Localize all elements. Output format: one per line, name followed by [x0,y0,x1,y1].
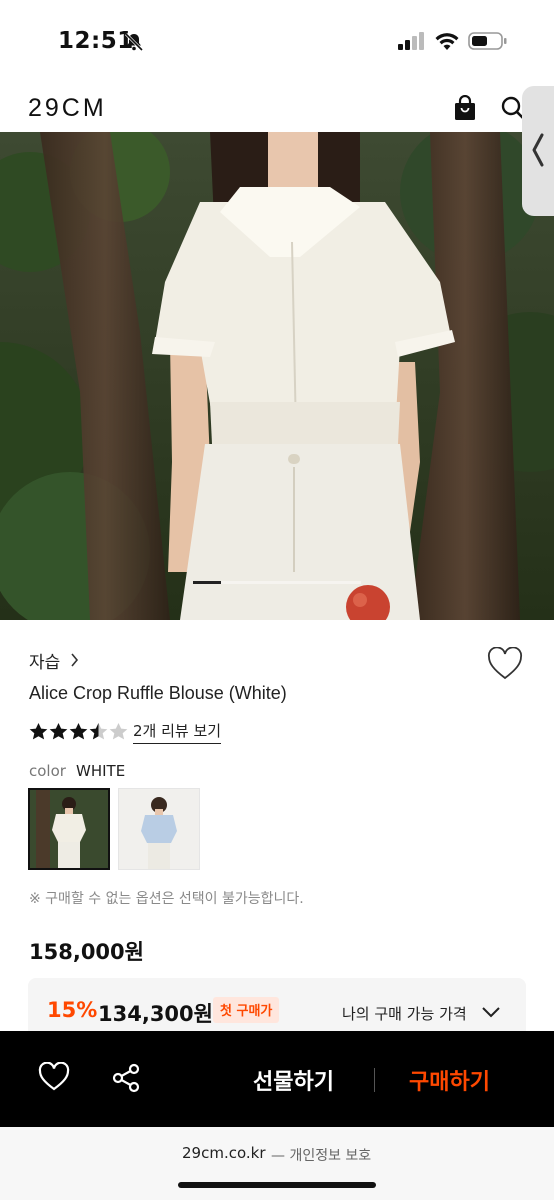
battery-icon [468,32,507,50]
swatch-thumbnail [119,789,199,869]
divider [374,1068,375,1092]
color-swatch-blue[interactable] [118,788,200,870]
color-value: WHITE [76,762,126,780]
first-purchase-badge: 첫 구매가 [213,997,280,1023]
discount-percent: 15% [47,998,98,1022]
product-photo [0,132,554,620]
star-full-icon [49,722,68,740]
brand-logo[interactable]: 29CM [28,94,107,123]
gift-button[interactable]: 선물하기 [253,1064,334,1096]
my-price-toggle-label[interactable]: 나의 구매 가능 가격 [342,1003,467,1024]
discount-price: 134,300원 [98,1002,213,1026]
product-image-carousel[interactable] [0,132,554,620]
bell-slash-icon [124,32,144,52]
rating-stars [29,722,128,742]
carousel-progress-indicator [193,581,221,584]
star-half-icon [89,722,108,740]
brand-link[interactable]: 자습 [29,648,60,673]
swatch-thumbnail [30,790,108,868]
privacy-note: — 개인정보 보호 [271,1148,372,1164]
status-time: 12:51 [58,28,134,54]
review-link[interactable]: 2개 리뷰 보기 [133,720,222,744]
chevron-down-icon[interactable] [481,1006,501,1018]
app-header: 29CM [0,80,554,132]
heart-icon[interactable] [38,1062,70,1092]
share-icon[interactable] [111,1063,141,1093]
color-label: color [29,762,66,780]
home-indicator[interactable] [178,1182,376,1188]
signal-icon [398,32,424,50]
chevron-right-icon[interactable] [70,653,79,667]
url-domain[interactable]: 29cm.co.kr [182,1144,266,1162]
wifi-icon [435,33,459,50]
star-empty-icon [109,722,128,740]
chevron-left-icon[interactable] [530,132,546,168]
color-swatch-white[interactable] [28,788,110,870]
star-full-icon [29,722,48,740]
option-notice: ※ 구매할 수 없는 옵션은 선택이 불가능합니다. [29,891,304,907]
product-title: Alice Crop Ruffle Blouse (White) [29,683,287,703]
original-price: 158,000원 [29,940,144,964]
heart-icon[interactable] [487,647,523,681]
status-bar: 12:51 [0,0,554,80]
shopping-bag-icon[interactable] [453,95,477,121]
star-full-icon [69,722,88,740]
buy-button[interactable]: 구매하기 [409,1064,490,1096]
